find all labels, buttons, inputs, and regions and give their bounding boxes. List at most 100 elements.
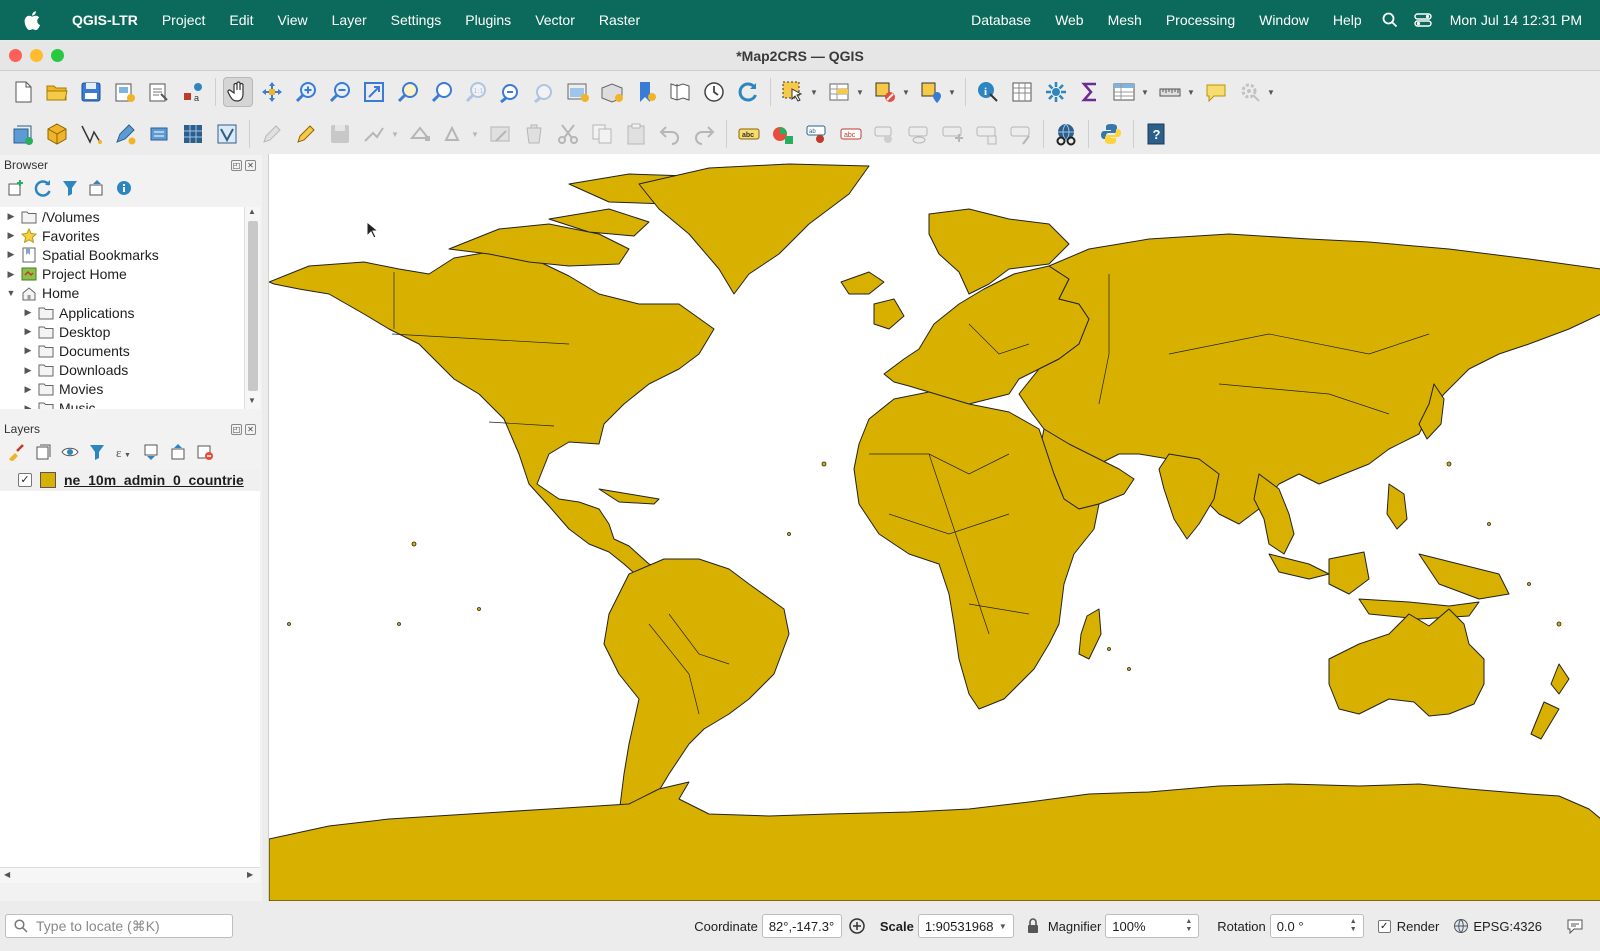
add-line-feature-icon[interactable] [359,119,389,149]
temporal-controller-icon[interactable] [699,77,729,107]
identify-features-icon[interactable]: i [973,77,1003,107]
pin-unpin-labels-icon[interactable]: abc [836,119,866,149]
close-layers-panel-button[interactable]: ✕ [245,423,256,435]
show-hide-labels-icon[interactable] [870,119,900,149]
browser-item[interactable]: ▶ Documents [0,341,244,360]
messages-icon[interactable] [1566,918,1584,934]
close-panel-button[interactable]: ✕ [245,159,256,171]
zoom-native-resolution-icon[interactable]: 1:1 [461,77,491,107]
layer-diagram-options-icon[interactable] [768,119,798,149]
properties-info-icon[interactable] [114,178,134,198]
expand-arrow-right-icon[interactable]: ▶ [4,249,18,260]
rotate-label-icon[interactable] [938,119,968,149]
menu-raster[interactable]: Raster [587,12,652,28]
menu-database[interactable]: Database [959,12,1043,28]
change-label-properties-icon[interactable] [972,119,1002,149]
map-canvas[interactable] [268,154,1600,901]
save-project-icon[interactable] [76,77,106,107]
spotlight-search-icon[interactable] [1374,12,1406,28]
collapse-all-icon[interactable] [87,178,107,198]
deselect-features-icon[interactable] [870,77,900,107]
select-by-attribute-icon[interactable] [824,77,854,107]
zoom-to-selection-icon[interactable] [393,77,423,107]
toggle-editing-icon[interactable] [291,119,321,149]
zoom-in-icon[interactable] [291,77,321,107]
browser-item[interactable]: ▶ Music [0,399,244,409]
filter-legend-icon[interactable] [87,442,107,462]
processing-toolbox-icon[interactable] [1041,77,1071,107]
pan-to-selection-icon[interactable] [257,77,287,107]
layer-row[interactable]: ✓ ne_10m_admin_0_countrie [0,469,260,491]
help-contents-icon[interactable]: ? [1141,119,1171,149]
layers-horizontal-scrollbar[interactable]: ◀ ▶ [0,867,260,883]
refresh-icon[interactable] [733,77,763,107]
open-field-calculator-icon[interactable] [1007,77,1037,107]
current-edits-icon[interactable] [257,119,287,149]
expand-arrow-right-icon[interactable]: ▶ [21,365,35,376]
undo-icon[interactable] [655,119,685,149]
layer-symbol[interactable] [40,472,56,488]
delete-selected-icon[interactable] [519,119,549,149]
menu-view[interactable]: View [266,12,320,28]
cut-features-icon[interactable] [553,119,583,149]
highlight-pinned-labels-icon[interactable]: ab [802,119,832,149]
browser-item[interactable]: ▶ Spatial Bookmarks [0,245,244,264]
browser-tree[interactable]: ▶ /Volumes ▶ Favorites ▶ Spatial Bookmarks ▶ Pr… [0,207,244,409]
redo-icon[interactable] [689,119,719,149]
layout-manager-icon[interactable] [144,77,174,107]
menu-project[interactable]: Project [150,12,218,28]
attribute-table-icon[interactable] [1109,77,1139,107]
menu-edit[interactable]: Edit [217,12,265,28]
zoom-to-layer-icon[interactable] [427,77,457,107]
add-vector-tile-icon[interactable] [212,119,242,149]
expand-arrow-right-icon[interactable]: ▶ [21,403,35,409]
expand-arrow-right-icon[interactable]: ▶ [21,384,35,395]
zoom-full-icon[interactable] [359,77,389,107]
edit-table-icon[interactable] [485,119,515,149]
menu-app-name[interactable]: QGIS-LTR [60,12,150,28]
filter-browser-icon[interactable] [60,178,80,198]
manage-map-themes-icon[interactable] [60,442,80,462]
paste-features-icon[interactable] [621,119,651,149]
browser-item[interactable]: ▶ Movies [0,380,244,399]
add-selected-layers-icon[interactable] [6,178,26,198]
layer-tree[interactable]: ✓ ne_10m_admin_0_countrie [0,469,260,867]
browser-item[interactable]: ▶ Applications [0,303,244,322]
show-bookmarks-icon[interactable] [665,77,695,107]
zoom-last-icon[interactable] [495,77,525,107]
render-checkbox[interactable]: ✓ [1377,919,1391,933]
select-features-icon[interactable] [778,77,808,107]
locator-search-field[interactable]: Type to locate (⌘K) [5,914,233,938]
new-project-icon[interactable] [8,77,38,107]
menu-window[interactable]: Window [1247,12,1321,28]
expand-arrow-right-icon[interactable]: ▶ [21,345,35,356]
magnifier-spinbox[interactable]: 100% ▲ ▼ [1105,914,1200,938]
menu-vector[interactable]: Vector [523,12,587,28]
data-source-manager-icon[interactable] [8,119,38,149]
world-map[interactable] [269,154,1600,901]
pan-map-icon[interactable] [223,77,253,107]
menu-settings[interactable]: Settings [379,12,454,28]
browser-item[interactable]: ▶ Downloads [0,361,244,380]
lock-scale-icon[interactable] [1026,918,1040,934]
vertex-tool-icon[interactable] [405,119,435,149]
expand-arrow-right-icon[interactable]: ▶ [4,230,18,241]
filter-by-expression-icon[interactable]: ε ▼ [114,442,134,462]
apple-menu-icon[interactable] [18,6,46,34]
map-tips-icon[interactable] [1201,77,1231,107]
expand-arrow-right-icon[interactable]: ▶ [4,269,18,280]
layer-name[interactable]: ne_10m_admin_0_countrie [64,472,254,488]
menu-mesh[interactable]: Mesh [1096,12,1154,28]
remove-layer-icon[interactable] [195,442,215,462]
expand-arrow-right-icon[interactable]: ▶ [4,211,18,222]
expand-all-icon[interactable] [141,442,161,462]
move-label-icon[interactable] [904,119,934,149]
open-project-icon[interactable] [42,77,72,107]
save-layer-edits-icon[interactable] [325,119,355,149]
menu-web[interactable]: Web [1043,12,1096,28]
browser-item[interactable]: ▼ Home [0,284,244,303]
style-manager-icon[interactable]: a [178,77,208,107]
zoom-out-icon[interactable] [325,77,355,107]
expand-arrow-down-icon[interactable]: ▼ [4,288,18,298]
measure-line-icon[interactable] [1155,77,1185,107]
